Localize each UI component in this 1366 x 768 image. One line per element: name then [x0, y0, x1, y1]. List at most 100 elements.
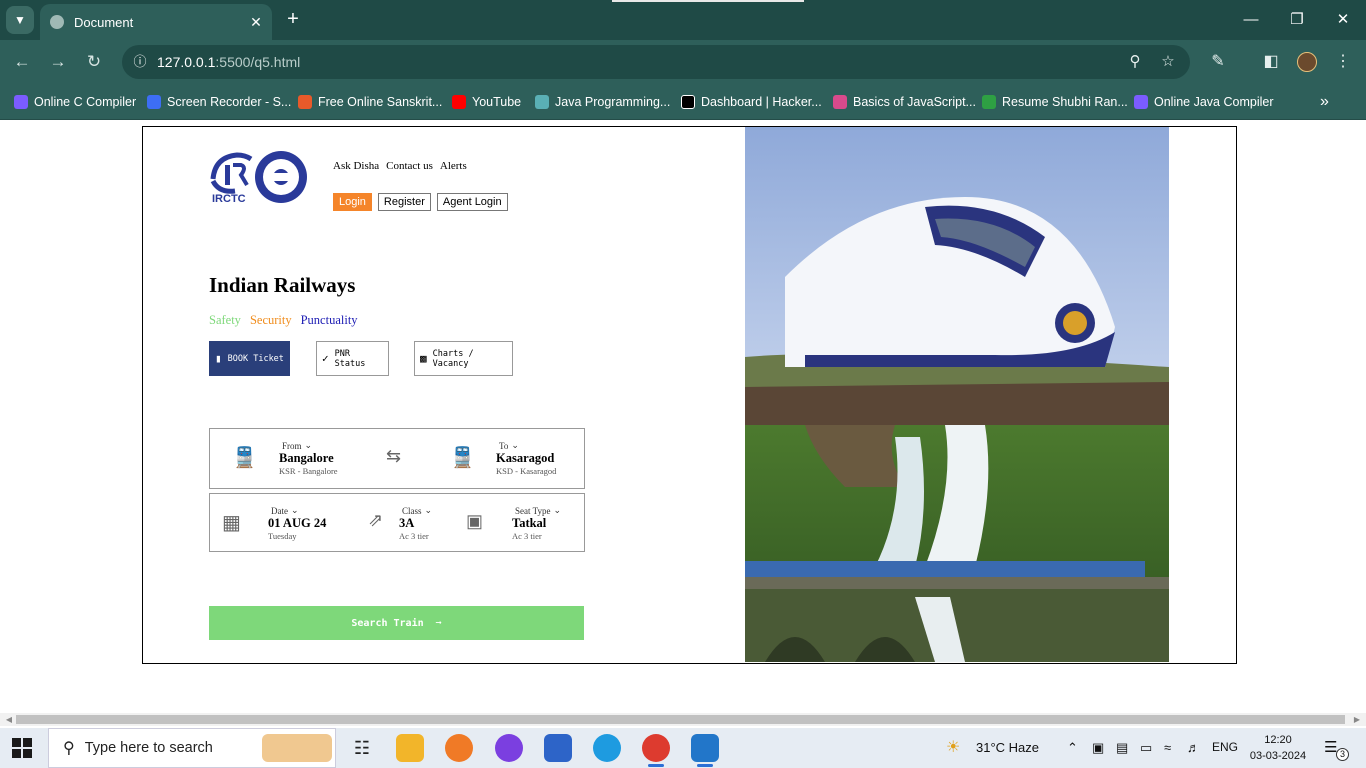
file-explorer-icon[interactable] — [396, 734, 424, 762]
vscode-icon[interactable] — [691, 734, 719, 767]
ticket-icon: ▮ — [215, 352, 222, 365]
seat-type-value: Tatkal — [512, 516, 547, 530]
book-ticket-button[interactable]: ▮ BOOK Ticket — [209, 341, 290, 376]
bookmark-favicon-icon — [298, 95, 312, 109]
display-icon[interactable]: ▤ — [1116, 740, 1128, 756]
more-bookmarks-icon[interactable]: » — [1320, 93, 1329, 111]
from-value: Bangalore — [279, 451, 334, 465]
qr-code-icon: ▣ — [466, 511, 484, 531]
close-window-button[interactable]: ✕ — [1328, 8, 1358, 32]
date-label-text: Date — [271, 505, 288, 516]
to-field[interactable]: To ⌄ Kasaragod KSD - Kasaragod — [496, 440, 556, 476]
from-field[interactable]: From ⌄ Bangalore KSR - Bangalore — [279, 440, 338, 476]
url-path: :5500/q5.html — [215, 54, 301, 70]
firefox-icon[interactable] — [445, 734, 473, 762]
wifi-icon[interactable]: ≈ — [1164, 740, 1171, 755]
address-bar[interactable]: ⓘ 127.0.0.1:5500/q5.html ⚲ ☆ — [122, 45, 1190, 79]
bookmark-star-icon[interactable]: ☆ — [1158, 52, 1178, 72]
bookmark-item[interactable]: Free Online Sanskrit... — [298, 93, 442, 111]
weather-text[interactable]: 31°C Haze — [976, 740, 1039, 755]
charts-vacancy-button[interactable]: ▩ Charts / Vacancy — [414, 341, 513, 376]
tab-strip-highlight — [612, 0, 804, 2]
pnr-status-label: PNR Status — [334, 348, 366, 369]
chevron-up-icon[interactable]: ⌃ — [1067, 740, 1078, 756]
date-field[interactable]: Date ⌄ 01 AUG 24 Tuesday — [268, 505, 326, 541]
chrome-icon[interactable] — [642, 734, 670, 767]
bookmark-item[interactable]: Java Programming... — [535, 93, 670, 111]
windows-start-icon[interactable] — [12, 738, 32, 758]
bookmark-item[interactable]: Screen Recorder - S... — [147, 93, 291, 111]
site-info-icon[interactable]: ⓘ — [128, 50, 152, 74]
meet-icon[interactable]: ▣ — [1092, 740, 1104, 756]
seat-type-label-text: Seat Type — [515, 505, 551, 516]
app-icon[interactable] — [495, 734, 523, 762]
chevron-down-icon: ⌄ — [511, 440, 519, 450]
hackerrank-icon — [681, 95, 695, 109]
top-links: Ask Disha Contact us Alerts — [333, 160, 467, 172]
scroll-left-icon[interactable]: ◀ — [2, 713, 16, 726]
search-train-button[interactable]: Search Train ➞ — [209, 606, 584, 640]
tagline: Safety Security Punctuality — [209, 313, 358, 328]
bookmark-item[interactable]: Online Java Compiler — [1134, 93, 1274, 111]
check-icon: ✓ — [322, 352, 329, 365]
forward-button[interactable]: → — [46, 50, 70, 74]
edge-icon[interactable] — [593, 734, 621, 762]
pnr-status-button[interactable]: ✓ PNR Status — [316, 341, 389, 376]
bookmark-item[interactable]: Dashboard | Hacker... — [681, 93, 822, 111]
bookmark-label: Online Java Compiler — [1154, 95, 1274, 109]
menu-icon[interactable]: ⋮ — [1331, 50, 1355, 74]
scroll-right-icon[interactable]: ▶ — [1350, 713, 1364, 726]
url-text[interactable]: 127.0.0.1:5500/q5.html — [157, 54, 300, 70]
agent-login-button[interactable]: Agent Login — [436, 193, 508, 211]
page-title: Indian Railways — [209, 273, 356, 297]
bookmark-item[interactable]: Basics of JavaScript... — [833, 93, 976, 111]
bookmark-favicon-icon — [14, 95, 28, 109]
link-ask-disha[interactable]: Ask Disha — [333, 160, 379, 172]
reload-button[interactable]: ↻ — [82, 50, 106, 74]
minimize-button[interactable]: — — [1236, 8, 1266, 32]
side-panel-icon[interactable]: ◧ — [1259, 50, 1283, 74]
restore-button[interactable]: ❐ — [1282, 8, 1312, 32]
arrow-right-icon: ➞ — [435, 617, 442, 629]
tab-document[interactable]: Document ✕ — [40, 4, 272, 40]
seat-type-field[interactable]: Seat Type ⌄ Tatkal Ac 3 tier — [512, 505, 561, 541]
search-placeholder: Type here to search — [84, 740, 213, 756]
bookmark-label: Java Programming... — [555, 95, 671, 109]
back-button[interactable]: ← — [10, 50, 34, 74]
new-tab-button[interactable]: + — [282, 8, 304, 30]
battery-icon[interactable]: ▭ — [1140, 740, 1152, 756]
language-indicator[interactable]: ENG — [1212, 740, 1238, 754]
bookmark-label: Resume Shubhi Ran... — [1002, 95, 1128, 109]
link-contact-us[interactable]: Contact us — [386, 160, 433, 172]
to-station: KSD - Kasaragod — [496, 466, 557, 476]
weather-icon[interactable]: ☀ — [946, 737, 960, 757]
bookmark-item[interactable]: Resume Shubhi Ran... — [982, 93, 1128, 111]
login-button[interactable]: Login — [333, 193, 372, 211]
class-label: Class ⌄ — [399, 505, 432, 516]
zoom-icon[interactable]: ⚲ — [1125, 52, 1145, 72]
bookmark-item[interactable]: Online C Compiler — [14, 93, 136, 111]
swap-icon[interactable]: ⇆ — [386, 446, 401, 467]
scrollbar-thumb[interactable] — [16, 715, 1345, 724]
bookmark-item[interactable]: YouTube — [452, 93, 521, 111]
class-field[interactable]: Class ⌄ 3A Ac 3 tier — [399, 505, 432, 541]
seat-type-sub: Ac 3 tier — [512, 531, 542, 541]
tag-security: Security — [249, 313, 292, 327]
route-box: 🚆 From ⌄ Bangalore KSR - Bangalore ⇆ 🚆 To… — [209, 428, 585, 489]
volume-icon[interactable]: ♬ — [1187, 740, 1200, 755]
close-tab-icon[interactable]: ✕ — [246, 14, 266, 31]
task-view-icon[interactable]: ☷ — [348, 734, 376, 762]
register-button[interactable]: Register — [377, 193, 431, 211]
profile-avatar[interactable] — [1297, 52, 1317, 72]
system-clock[interactable]: 12:20 03-03-2024 — [1246, 732, 1310, 764]
windows-taskbar: ⚲ Type here to search ☷ ☀ 31°C Haze ⌃ ▣ … — [0, 728, 1366, 768]
bookmark-favicon-icon — [535, 95, 549, 109]
tab-search-button[interactable]: ▼ — [6, 6, 34, 34]
hero-image — [745, 127, 1169, 662]
from-station: KSR - Bangalore — [279, 466, 338, 476]
link-alerts[interactable]: Alerts — [440, 160, 467, 172]
app-window-icon[interactable] — [544, 734, 572, 762]
horizontal-scrollbar[interactable]: ◀ ▶ — [0, 713, 1366, 726]
search-highlight-icon — [262, 734, 332, 762]
extensions-icon[interactable]: ✎ — [1206, 50, 1230, 74]
